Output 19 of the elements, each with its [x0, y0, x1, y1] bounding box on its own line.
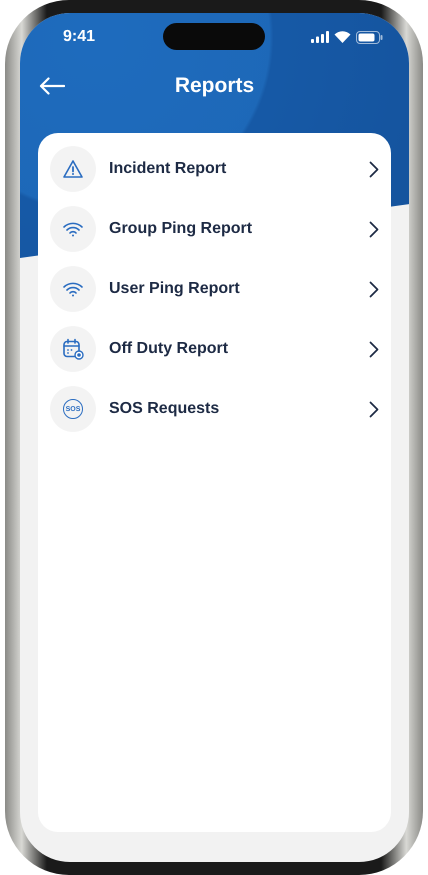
chevron-right-icon — [369, 280, 379, 298]
chevron-right-icon — [369, 400, 379, 418]
report-list-item[interactable]: User Ping Report — [50, 266, 379, 312]
report-list-item[interactable]: Group Ping Report — [50, 206, 379, 252]
report-list-item[interactable]: Incident Report — [50, 146, 379, 192]
back-arrow-icon — [39, 77, 65, 95]
wifi-icon — [63, 282, 83, 296]
calendar-icon — [62, 338, 84, 360]
status-time: 9:41 — [63, 28, 96, 46]
signal-icon — [311, 31, 329, 43]
chevron-right-icon — [369, 340, 379, 358]
warning-icon — [62, 159, 84, 179]
wifi-status-icon — [334, 31, 351, 43]
battery-icon — [356, 30, 383, 44]
chevron-right-icon — [369, 220, 379, 238]
page-title: Reports — [174, 74, 254, 98]
chevron-right-icon — [369, 160, 379, 178]
wifi-icon — [63, 222, 83, 236]
report-list-item[interactable]: Off Duty Report — [50, 326, 379, 372]
